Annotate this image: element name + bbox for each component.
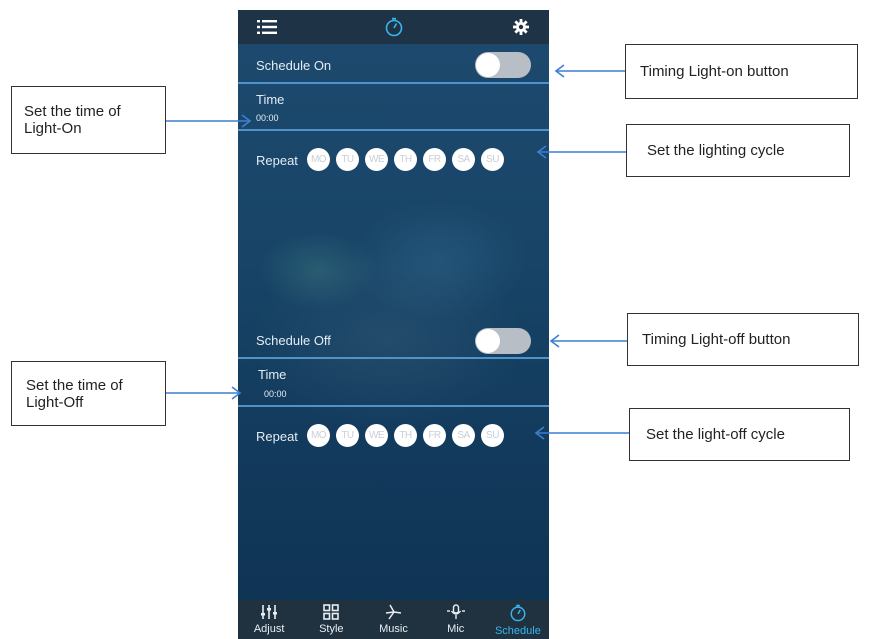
annotation-arrows: [166, 64, 629, 440]
